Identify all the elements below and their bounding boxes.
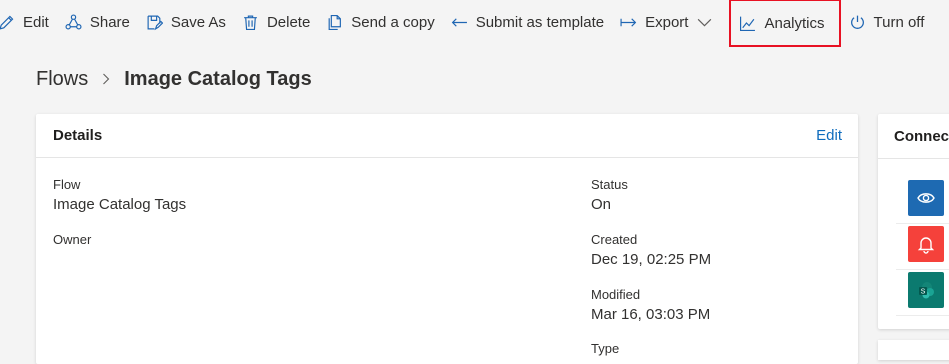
flow-label: Flow	[53, 177, 81, 192]
details-title: Details	[53, 127, 103, 144]
chevron-down-icon	[698, 18, 712, 27]
turn-off-label: Turn off	[873, 13, 925, 31]
flow-value: Image Catalog Tags	[53, 196, 187, 213]
pencil-icon	[0, 15, 14, 30]
connection-divider	[896, 223, 949, 224]
lower-card-edge	[878, 340, 949, 360]
chart-icon	[740, 16, 756, 31]
export-button[interactable]: Export	[612, 0, 729, 44]
breadcrumb: Flows Image Catalog Tags	[36, 66, 312, 92]
connection-bell[interactable]	[908, 226, 944, 262]
connection-eye[interactable]	[908, 180, 944, 216]
owner-field: Owner	[53, 232, 91, 248]
arrow-right-icon	[620, 17, 637, 27]
details-header: Details Edit	[36, 114, 858, 158]
power-icon	[850, 15, 864, 29]
save-as-button[interactable]: Save As	[138, 0, 234, 44]
connections-title: Connections	[894, 128, 949, 145]
share-label: Share	[89, 13, 130, 31]
delete-button[interactable]: Delete	[234, 0, 318, 44]
modified-field: Modified Mar 16, 03:03 PM	[591, 287, 710, 325]
connections-header-divider	[878, 158, 949, 159]
status-label: Status	[591, 177, 628, 192]
breadcrumb-flows-link[interactable]: Flows	[36, 68, 88, 91]
save-as-icon	[147, 15, 163, 30]
delete-label: Delete	[266, 13, 311, 31]
sharepoint-icon: S	[919, 282, 934, 299]
chevron-right-icon	[103, 73, 110, 85]
share-icon	[65, 13, 82, 29]
edit-button[interactable]: Edit	[0, 0, 57, 44]
analytics-label: Analytics	[764, 14, 825, 32]
type-label: Type	[591, 341, 620, 356]
flow-field: Flow Image Catalog Tags	[53, 177, 186, 215]
created-label: Created	[591, 232, 638, 247]
owner-label: Owner	[53, 232, 92, 247]
save-as-label: Save As	[170, 13, 226, 31]
bell-icon	[917, 237, 935, 254]
status-field: Status On	[591, 177, 628, 215]
connection-divider	[896, 315, 949, 316]
type-field: Type	[591, 341, 619, 357]
status-value: On	[591, 196, 612, 213]
command-bar: Edit Share Save As Delete Send a copy Su…	[0, 0, 949, 47]
analytics-button[interactable]: Analytics	[729, 0, 841, 47]
copy-icon	[328, 14, 342, 30]
created-value: Dec 19, 02:25 PM	[591, 251, 712, 268]
created-field: Created Dec 19, 02:25 PM	[591, 232, 711, 270]
send-a-copy-label: Send a copy	[351, 13, 435, 31]
modified-value: Mar 16, 03:03 PM	[591, 306, 711, 323]
connection-sharepoint[interactable]: S	[908, 272, 944, 308]
arrow-left-icon	[451, 17, 467, 27]
details-edit-link[interactable]: Edit	[816, 127, 842, 144]
send-a-copy-button[interactable]: Send a copy	[318, 0, 442, 44]
submit-as-template-button[interactable]: Submit as template	[443, 0, 612, 44]
connection-divider	[896, 269, 949, 270]
page-title: Image Catalog Tags	[124, 67, 312, 90]
eye-icon	[917, 193, 935, 203]
trash-icon	[244, 15, 257, 30]
svg-text:S: S	[921, 289, 926, 296]
edit-label: Edit	[23, 13, 49, 31]
details-card: Details Edit Flow Image Catalog Tags Own…	[36, 114, 858, 364]
turn-off-button[interactable]: Turn off	[841, 0, 933, 44]
modified-label: Modified	[591, 287, 641, 302]
connections-card: Connections S	[878, 114, 949, 329]
export-label: Export	[645, 13, 689, 31]
share-button[interactable]: Share	[57, 0, 138, 44]
submit-as-template-label: Submit as template	[475, 13, 605, 31]
